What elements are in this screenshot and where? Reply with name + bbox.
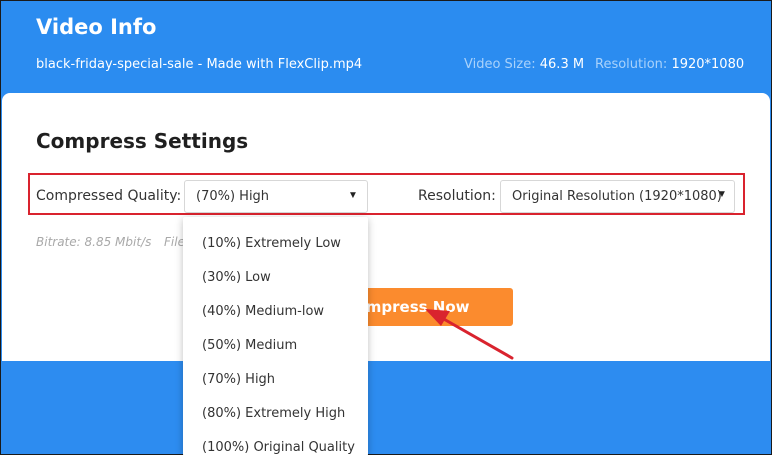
bottom-band — [1, 361, 771, 454]
video-resolution-value: 1920*1080 — [671, 57, 745, 72]
resolution-label: Resolution: — [418, 188, 496, 204]
video-size-meta: Video Size: 46.3 M — [464, 57, 584, 72]
quality-option[interactable]: (70%) High — [202, 372, 275, 387]
caret-down-icon: ▼ — [717, 189, 727, 200]
resolution-value: Original Resolution (1920*1080) — [512, 189, 722, 204]
compress-settings-title: Compress Settings — [36, 129, 249, 153]
video-info-header: Video Info black-friday-special-sale - M… — [1, 1, 771, 93]
bitrate-text: Bitrate: 8.85 Mbit/s — [36, 235, 152, 249]
compressed-quality-label: Compressed Quality: — [36, 188, 182, 204]
compressed-quality-value: (70%) High — [196, 189, 270, 204]
file-size-hint: File — [164, 235, 185, 249]
page-title: Video Info — [36, 15, 157, 39]
video-file-name: black-friday-special-sale - Made with Fl… — [36, 57, 363, 72]
quality-option[interactable]: (10%) Extremely Low — [202, 236, 341, 251]
quality-option[interactable]: (40%) Medium-low — [202, 304, 324, 319]
quality-option[interactable]: (30%) Low — [202, 270, 271, 285]
resolution-select[interactable]: Original Resolution (1920*1080) ▼ — [500, 180, 735, 213]
quality-option[interactable]: (80%) Extremely High — [202, 406, 345, 421]
video-size-label: Video Size: — [464, 57, 536, 72]
video-size-value: 46.3 M — [539, 57, 585, 72]
quality-dropdown-menu: (10%) Extremely Low (30%) Low (40%) Medi… — [183, 217, 368, 455]
video-resolution-meta: Resolution: 1920*1080 — [595, 57, 744, 72]
quality-option[interactable]: (100%) Original Quality — [202, 440, 355, 455]
quality-option[interactable]: (50%) Medium — [202, 338, 297, 353]
video-resolution-label: Resolution: — [595, 57, 668, 72]
caret-down-icon: ▼ — [348, 190, 358, 201]
compressed-quality-select[interactable]: (70%) High ▼ — [184, 180, 368, 213]
